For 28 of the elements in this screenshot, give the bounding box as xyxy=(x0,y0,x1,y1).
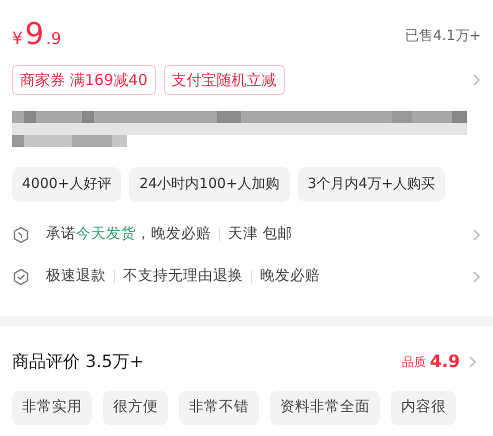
chevron-right-icon[interactable] xyxy=(472,72,481,87)
chevron-right-icon[interactable] xyxy=(472,270,481,284)
highlight-tag: 4000+人好评 xyxy=(12,167,122,202)
chevron-right-icon[interactable] xyxy=(472,228,481,242)
service-text: 天津 包邮 xyxy=(228,225,293,244)
shield-check-icon xyxy=(12,268,30,286)
sold-count: 已售4.1万+ xyxy=(405,26,481,46)
service-text: 晚发必赔 xyxy=(260,266,320,286)
highlight-tag: 3个月内4万+人购买 xyxy=(298,167,446,202)
reviews-title: 商品评价 3.5万+ xyxy=(12,350,144,374)
review-tag[interactable]: 内容很 xyxy=(391,391,456,425)
currency-symbol: ¥ xyxy=(12,28,23,51)
service-text: 承诺今天发货，晚发必赔 xyxy=(46,225,211,244)
service-text: 不支持无理由退换 xyxy=(123,266,243,286)
service-text: 极速退款 xyxy=(46,266,106,286)
highlight-tag: 24小时内100+人加购 xyxy=(129,167,290,202)
review-tag[interactable]: 资料非常全面 xyxy=(270,391,380,425)
quality-score: 4.9 xyxy=(430,350,460,374)
review-tag[interactable]: 很方便 xyxy=(103,391,168,425)
hexagon-icon xyxy=(12,226,30,244)
review-tag[interactable]: 非常实用 xyxy=(12,391,92,425)
chevron-right-icon[interactable] xyxy=(468,355,477,370)
coupon-tag[interactable]: 商家券 满169减40 xyxy=(12,64,156,95)
review-tag[interactable]: 非常不错 xyxy=(179,391,259,425)
coupon-tag[interactable]: 支付宝随机立减 xyxy=(164,64,284,95)
price-decimal: .9 xyxy=(46,28,62,50)
quality-label: 品质 xyxy=(402,354,426,372)
price: 9 xyxy=(24,20,44,50)
